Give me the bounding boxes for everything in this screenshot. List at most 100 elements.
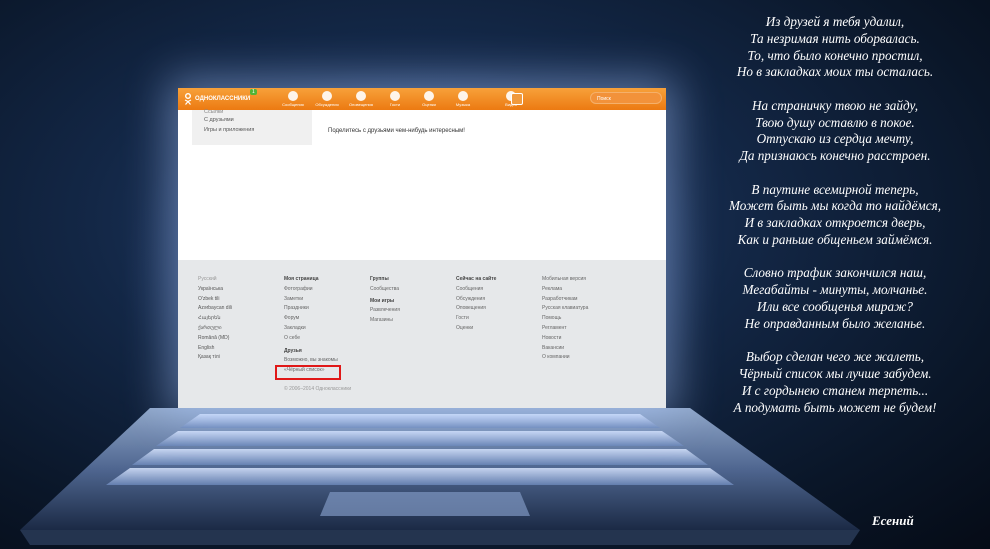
browser-screen: ОДНОКЛАССНИКИ 1 Сообщения Обсуждения Опо… [178,88,666,408]
column-heading[interactable]: Мои игры [370,297,400,307]
footer-link[interactable]: Реклама [542,285,588,295]
language-item[interactable]: Română (MD) [198,334,232,344]
poem-line: Или все сообщенья мираж? [757,298,913,314]
poem-line: В паутине всемирной теперь, [751,181,919,197]
footer-link[interactable]: Развлечения [370,306,400,316]
poem-stanza: На страничку твою не зайду, Твою душу ос… [690,98,980,165]
footer-link[interactable]: Разработчикам [542,295,588,305]
poem: Из друзей я тебя удалил, Та незримая нит… [690,14,980,433]
nav-notifications[interactable]: Оповещения [344,90,378,107]
language-item[interactable]: Қазақ тілі [198,353,232,363]
nav-discussions[interactable]: Обсуждения [310,90,344,107]
share-prompt[interactable]: Поделитесь с друзьями чем-нибудь интерес… [328,128,465,134]
poem-line: И с гордынею станем терпеть... [741,382,929,398]
play-icon[interactable] [511,93,523,105]
poem-line: Может быть мы когда то найдёмся, [728,198,942,214]
footer-link[interactable]: Гости [456,314,496,324]
poem-stanza: В паутине всемирной теперь, Может быть м… [690,182,980,249]
site-logo[interactable]: ОДНОКЛАССНИКИ [184,93,250,105]
column-heading[interactable]: Моя страница [284,275,338,285]
footer-link[interactable]: Оценки [456,324,496,334]
poem-line: Твою душу оставлю в покое. [755,114,915,130]
my-page-column: Моя страница Фотографии Заметки Праздник… [284,275,338,376]
footer-link[interactable]: Форум [284,314,338,324]
poem-line: На страничку твою не зайду, [751,97,918,113]
footer-link[interactable]: Фотографии [284,285,338,295]
poem-line: Та незримая нить оборвалась. [750,30,920,46]
column-heading[interactable]: Группы [370,275,400,285]
poem-line: Как и раньше общеньем займёмся. [737,231,933,247]
footer-link[interactable]: Сообщества [370,285,400,295]
music-note-icon [458,91,468,101]
top-nav: Сообщения Обсуждения Оповещения Гости Оц… [276,90,528,107]
menu-item[interactable]: С друзьями [192,115,312,125]
footer-link[interactable]: Сообщения [456,285,496,295]
poem-line: Но в закладках моих ты осталась. [736,64,934,80]
poem-stanza: Словно трафик закончился наш, Мегабайты … [690,265,980,332]
poem-author: Есений [872,513,914,528]
poem-line: Да признаюсь конечно расстроен. [739,148,931,164]
footer-link[interactable]: Закладки [284,324,338,334]
nav-music[interactable]: Музыка [446,90,480,107]
logo-text: ОДНОКЛАССНИКИ [195,96,251,102]
copyright: © 2006–2014 Одноклассники [284,386,352,392]
language-item[interactable]: English [198,344,232,354]
discussions-icon [322,91,332,101]
language-item[interactable]: ქართული [198,324,232,334]
language-item[interactable]: Azərbaycan dili [198,304,232,314]
footprints-icon [390,91,400,101]
nav-guests[interactable]: Гости [378,90,412,107]
notification-badge: 1 [250,89,257,95]
poem-stanza: Выбор сделан чего же жалеть, Чёрный спис… [690,349,980,416]
poem-line: Чёрный список мы лучше забудем. [738,365,932,381]
footer-link[interactable]: Оповещения [456,304,496,314]
footer-link[interactable]: Помощь [542,314,588,324]
nav-label: Оценки [422,102,436,107]
footer-link[interactable]: Регламент [542,324,588,334]
nav-label: Сообщения [282,102,304,107]
poem-line: Отпускаю из сердца мечту, [756,131,914,147]
footer-link[interactable]: Русская клавиатура [542,304,588,314]
language-list: Русский Українська O'zbek tili Azərbayca… [198,275,232,363]
misc-column: Мобильная версия Реклама Разработчикам Р… [542,275,588,363]
footer-link[interactable]: Праздники [284,304,338,314]
poem-line: А подумать быть может не будем! [733,399,937,415]
nav-ratings[interactable]: Оценки [412,90,446,107]
poem-line: Из друзей я тебя удалил, [765,14,905,29]
footer-link[interactable]: О компании [542,353,588,363]
language-item[interactable]: O'zbek tili [198,295,232,305]
language-item[interactable]: Հայերեն [198,314,232,324]
site-footer: Русский Українська O'zbek tili Azərbayca… [178,260,666,408]
footer-link[interactable]: Мобильная версия [542,275,588,285]
groups-column: Группы Сообщества Мои игры Развлечения М… [370,275,400,326]
poem-line: Словно трафик закончился наш, [743,265,927,281]
footer-link[interactable]: Заметки [284,295,338,305]
poem-line: Выбор сделан чего же жалеть, [745,349,925,365]
poem-stanza: Из друзей я тебя удалил, Та незримая нит… [690,14,980,81]
top-bar: ОДНОКЛАССНИКИ 1 Сообщения Обсуждения Опо… [178,88,666,110]
ratings-icon [424,91,434,101]
footer-link[interactable]: Магазины [370,316,400,326]
nav-label: Оповещения [349,102,373,107]
poem-line: Мегабайты - минуты, молчанье. [742,282,928,298]
ok-logo-icon [184,93,192,105]
nav-messages[interactable]: Сообщения [276,90,310,107]
footer-link[interactable]: Обсуждения [456,295,496,305]
bell-icon [356,91,366,101]
nav-label: Гости [389,102,401,107]
nav-label: Обсуждения [315,102,339,107]
blacklist-highlight [275,365,341,380]
messages-icon [288,91,298,101]
language-item[interactable]: Русский [198,275,232,285]
column-heading[interactable]: Друзья [284,347,338,357]
poem-line: То, что было конечно простил, [747,47,923,63]
footer-link[interactable]: Вакансии [542,344,588,354]
footer-link[interactable]: О себе [284,334,338,344]
footer-link[interactable]: Новости [542,334,588,344]
nav-label: Музыка [455,102,471,107]
search-input[interactable]: Поиск [590,92,662,104]
language-item[interactable]: Українська [198,285,232,295]
menu-item[interactable]: Игры и приложения [192,125,312,135]
column-heading[interactable]: Сейчас на сайте [456,275,496,285]
poem-line: Не оправданным было желанье. [744,315,926,331]
